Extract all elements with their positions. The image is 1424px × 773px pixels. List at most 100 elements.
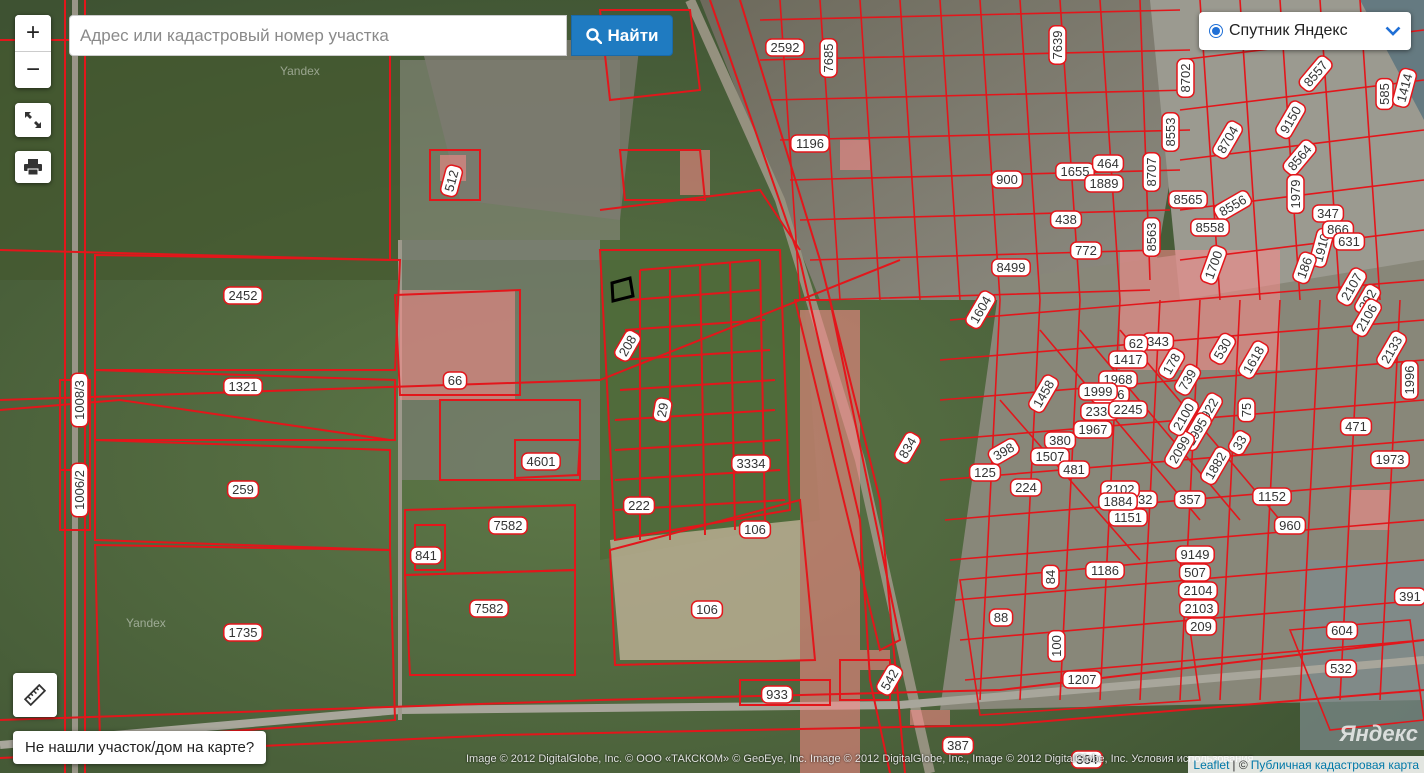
leaflet-link[interactable]: Leaflet xyxy=(1193,758,1229,772)
attribution: Leaflet | © Публичная кадастровая карта xyxy=(1188,756,1424,773)
parcel-label: 29 xyxy=(652,397,673,423)
parcel-label: 960 xyxy=(1273,516,1307,535)
parcel-label-text: 100 xyxy=(1049,635,1064,657)
ruler-icon xyxy=(24,684,46,706)
parcel-label: 1207 xyxy=(1062,670,1102,689)
parcel-label: 1973 xyxy=(1370,450,1410,469)
parcel-label-text: 8702 xyxy=(1178,64,1193,93)
cadastral-map[interactable]: 2592 7685 76398702 8557585 14141196 8553 91508… xyxy=(0,0,1424,773)
quarry xyxy=(610,520,800,660)
missing-parcel-button[interactable]: Не нашли участок/дом на карте? xyxy=(13,731,267,764)
parcel-label-text: 2104 xyxy=(1184,583,1213,598)
parcel-label-text: 347 xyxy=(1317,206,1339,221)
parcel-label-text: 933 xyxy=(766,687,788,702)
parcel-label: 585 xyxy=(1375,77,1394,111)
radio-selected-icon xyxy=(1209,24,1223,38)
parcel-label-text: 75 xyxy=(1239,403,1254,417)
parcel-label-text: 2452 xyxy=(229,288,258,303)
parcel-label-text: 66 xyxy=(448,373,462,388)
layer-selected-label: Спутник Яндекс xyxy=(1229,22,1348,39)
layer-selector[interactable]: Спутник Яндекс xyxy=(1199,12,1411,50)
parcel-label-text: 62 xyxy=(1129,336,1143,351)
parcel-label: 1996 xyxy=(1400,360,1419,400)
print-button[interactable] xyxy=(15,151,51,183)
zoom-in-button[interactable]: + xyxy=(15,15,51,51)
printer-icon xyxy=(24,159,42,175)
parcel-label-text: 1884 xyxy=(1104,494,1133,509)
parcel-label-text: 222 xyxy=(628,498,650,513)
parcel-label-text: 900 xyxy=(996,172,1018,187)
parcel-label-text: 224 xyxy=(1015,480,1037,495)
parcel-label: 106 xyxy=(690,600,724,619)
parcel-label-text: 391 xyxy=(1399,589,1421,604)
parcel-label-text: 343 xyxy=(1147,334,1169,349)
parcel-label: 75 xyxy=(1237,397,1256,423)
attribution-separator: | © xyxy=(1232,757,1248,772)
parcel-label-text: 7685 xyxy=(821,44,836,73)
parcel-label-text: 29 xyxy=(654,401,671,418)
parcel-label: 438 xyxy=(1049,210,1083,229)
search-button[interactable]: Найти xyxy=(571,15,673,56)
print-control xyxy=(15,151,51,183)
parcel-label: 841 xyxy=(409,546,443,565)
parcel-label: 84 xyxy=(1041,564,1060,590)
parcel-label-text: 1973 xyxy=(1376,452,1405,467)
parcel-label: 125 xyxy=(968,463,1002,482)
parcel-label: 209 xyxy=(1184,617,1218,636)
parcel-label: 1186 xyxy=(1085,561,1125,580)
parcel-label-text: 7582 xyxy=(475,601,504,616)
parcel-label: 1152 xyxy=(1252,487,1292,506)
parcel-label-text: 1196 xyxy=(796,136,824,151)
parcel-label: 66 xyxy=(442,371,468,390)
parcel-label: 357 xyxy=(1173,490,1207,509)
parcel-label-text: 1008/3 xyxy=(72,380,87,420)
imagery-credit: Image © 2012 DigitalGlobe, Inc. © ООО «Т… xyxy=(466,753,1254,765)
parcel-label: 631 xyxy=(1332,232,1366,251)
parcel-label-text: 2592 xyxy=(771,40,800,55)
parcel-label-text: 1186 xyxy=(1091,563,1119,578)
parcel-label: 2245 xyxy=(1108,400,1148,419)
parcel-label-text: 209 xyxy=(1190,619,1212,634)
parcel-label-text: 507 xyxy=(1184,565,1206,580)
parcel-label-text: 631 xyxy=(1338,234,1360,249)
parcel-label-text: 841 xyxy=(415,548,437,563)
parcel-label-text: 125 xyxy=(974,465,996,480)
fullscreen-button[interactable] xyxy=(15,103,51,137)
parcel-label-text: 3334 xyxy=(737,456,766,471)
parcel-label-text: 8553 xyxy=(1163,118,1178,147)
parcel-label-text: 1889 xyxy=(1090,176,1119,191)
parcel-label-text: 7582 xyxy=(494,518,523,533)
parcel-label: 8707 xyxy=(1142,152,1161,192)
fullscreen-control xyxy=(15,103,51,137)
parcel-label-text: 481 xyxy=(1063,462,1085,477)
parcel-label: 471 xyxy=(1339,417,1373,436)
parcel-label-text: 8563 xyxy=(1144,223,1159,252)
parcel-label: 2592 xyxy=(765,38,805,57)
parcel-label-text: 4601 xyxy=(527,454,556,469)
parcel-label: 100 xyxy=(1047,629,1066,663)
parcel-label-text: 2245 xyxy=(1114,402,1143,417)
parcel-label: 2452 xyxy=(223,286,263,305)
parcel-label-text: 1735 xyxy=(229,625,258,640)
parcel-label: 1196 xyxy=(790,134,830,153)
yandex-watermark: Yandex xyxy=(126,616,166,630)
cadastral-map-link[interactable]: Публичная кадастровая карта xyxy=(1251,758,1419,772)
parcel-label-text: 532 xyxy=(1330,661,1352,676)
parcel-label-text: 1152 xyxy=(1258,489,1286,504)
search-icon xyxy=(585,27,602,44)
parcel-label-text: 1655 xyxy=(1061,164,1090,179)
parcel-label-text: 8707 xyxy=(1144,158,1159,187)
parcel-label-text: 8565 xyxy=(1174,192,1203,207)
measure-button[interactable] xyxy=(13,673,57,717)
parcel-label-text: 8499 xyxy=(997,260,1026,275)
parcel-label: 224 xyxy=(1009,478,1043,497)
parcel-label: 1417 xyxy=(1108,350,1148,369)
search-input[interactable] xyxy=(69,15,567,56)
parcel-label-text: 1151 xyxy=(1114,510,1142,525)
parcel-label: 2104 xyxy=(1178,581,1218,600)
zoom-out-button[interactable]: − xyxy=(15,51,51,88)
parcel-label: 7582 xyxy=(469,599,509,618)
parcel-label-text: 471 xyxy=(1345,419,1367,434)
parcel-label-text: 1996 xyxy=(1402,366,1417,395)
parcel-label-text: 464 xyxy=(1097,156,1119,171)
